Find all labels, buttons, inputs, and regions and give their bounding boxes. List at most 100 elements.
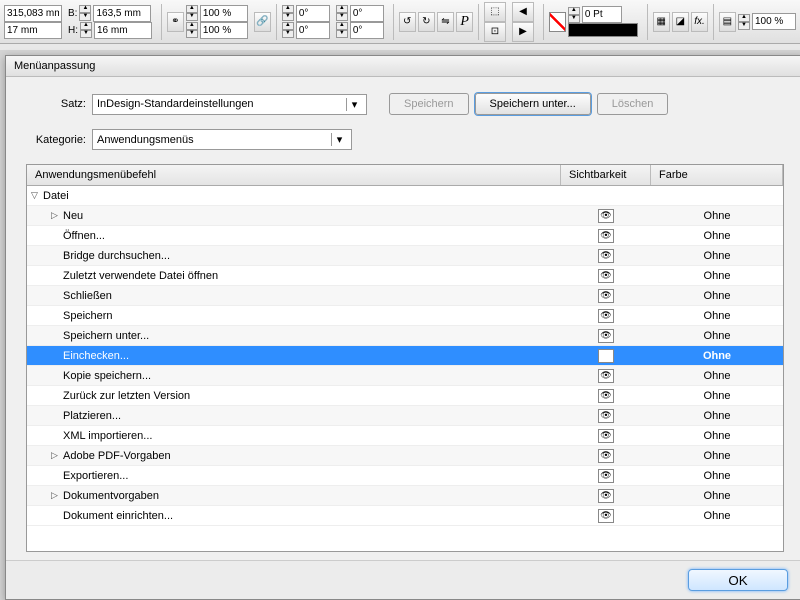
col-header-command[interactable]: Anwendungsmenübefehl [27,165,561,185]
rotate-ccw-icon[interactable]: ↺ [399,12,416,32]
table-row[interactable]: Dokument einrichten...👁Ohne [27,506,783,526]
select-content-icon[interactable]: ⊡ [484,22,506,42]
row-color[interactable]: Ohne [651,490,783,502]
row-color[interactable]: Ohne [651,350,783,362]
table-row[interactable]: Exportieren...👁Ohne [27,466,783,486]
select-container-icon[interactable]: ⬚ [484,2,506,22]
row-color[interactable]: Ohne [651,310,783,322]
visibility-eye-icon[interactable]: 👁 [598,409,614,423]
opacity-spinner[interactable]: ▲▼ [738,14,750,30]
row-color[interactable]: Ohne [651,430,783,442]
opacity-input[interactable] [752,13,796,30]
disclosure-icon[interactable]: ▷ [51,210,61,221]
save-button[interactable]: Speichern [389,93,469,115]
rot2-spinner[interactable]: ▲▼ [282,22,294,38]
row-color[interactable]: Ohne [651,510,783,522]
visibility-eye-icon[interactable]: 👁 [598,509,614,523]
visibility-eye-icon[interactable]: 👁 [598,329,614,343]
flip-h-icon[interactable]: ⇋ [437,12,454,32]
table-row[interactable]: ▷Adobe PDF-Vorgaben👁Ohne [27,446,783,466]
fx-icon[interactable]: fx. [691,12,708,32]
scaley-spinner[interactable]: ▲▼ [186,22,198,38]
select-next-icon[interactable]: ▶ [512,22,534,42]
shear1-input[interactable] [350,5,384,22]
select-prev-icon[interactable]: ◀ [512,2,534,22]
link-scale-icon[interactable]: 🔗 [254,12,271,32]
row-color[interactable]: Ohne [651,230,783,242]
ok-button[interactable]: OK [688,569,788,591]
row-color[interactable]: Ohne [651,390,783,402]
delete-button[interactable]: Löschen [597,93,669,115]
rotate-cw-icon[interactable]: ↻ [418,12,435,32]
table-row[interactable]: Kopie speichern...👁Ohne [27,366,783,386]
table-row[interactable]: Platzieren...👁Ohne [27,406,783,426]
table-row[interactable]: XML importieren...👁Ohne [27,426,783,446]
y-input[interactable] [4,22,62,39]
shear2-spinner[interactable]: ▲▼ [336,22,348,38]
row-color[interactable]: Ohne [651,250,783,262]
visibility-eye-icon[interactable]: 👁 [598,289,614,303]
visibility-eye-icon[interactable]: 👁 [598,349,614,363]
rot2-input[interactable] [296,22,330,39]
visibility-eye-icon[interactable]: 👁 [598,229,614,243]
paragraph-style-icon[interactable]: P [456,12,473,32]
visibility-eye-icon[interactable]: 👁 [598,489,614,503]
shear2-input[interactable] [350,22,384,39]
effects-icon[interactable]: ▦ [653,12,670,32]
height-input[interactable] [94,22,152,39]
visibility-eye-icon[interactable]: 👁 [598,429,614,443]
table-row[interactable]: Zuletzt verwendete Datei öffnen👁Ohne [27,266,783,286]
table-row[interactable]: Schließen👁Ohne [27,286,783,306]
visibility-eye-icon[interactable]: 👁 [598,449,614,463]
save-as-button[interactable]: Speichern unter... [475,93,591,115]
stroke-weight-input[interactable] [582,6,622,23]
grid-body[interactable]: ▽Datei▷Neu👁OhneÖffnen...👁OhneBridge durc… [27,186,783,551]
scaley-input[interactable] [200,22,248,39]
width-spinner[interactable]: ▲▼ [79,5,91,21]
constrain-icon[interactable]: ⚭ [167,12,184,32]
table-row[interactable]: Öffnen...👁Ohne [27,226,783,246]
row-color[interactable]: Ohne [651,410,783,422]
row-color[interactable]: Ohne [651,330,783,342]
disclosure-icon[interactable]: ▽ [31,190,41,201]
row-color[interactable]: Ohne [651,470,783,482]
disclosure-icon[interactable]: ▷ [51,450,61,461]
table-row[interactable]: Speichern👁Ohne [27,306,783,326]
stroke-style-combo[interactable] [568,23,638,37]
table-row[interactable]: Bridge durchsuchen...👁Ohne [27,246,783,266]
table-row[interactable]: Zurück zur letzten Version👁Ohne [27,386,783,406]
disclosure-icon[interactable]: ▷ [51,490,61,501]
scalex-spinner[interactable]: ▲▼ [186,5,198,21]
rot1-spinner[interactable]: ▲▼ [282,5,294,21]
height-spinner[interactable]: ▲▼ [80,22,92,38]
table-row[interactable]: ▽Datei [27,186,783,206]
stroke-spinner[interactable]: ▲▼ [568,7,580,23]
visibility-eye-icon[interactable]: 👁 [598,309,614,323]
visibility-eye-icon[interactable]: 👁 [598,369,614,383]
scalex-input[interactable] [200,5,248,22]
col-header-color[interactable]: Farbe [651,165,783,185]
x-input[interactable] [4,5,62,22]
table-row[interactable]: Speichern unter...👁Ohne [27,326,783,346]
visibility-eye-icon[interactable]: 👁 [598,269,614,283]
drop-shadow-icon[interactable]: ◪ [672,12,689,32]
row-color[interactable]: Ohne [651,450,783,462]
fill-none-icon[interactable] [549,12,566,32]
row-color[interactable]: Ohne [651,270,783,282]
row-color[interactable]: Ohne [651,290,783,302]
table-row[interactable]: ▷Dokumentvorgaben👁Ohne [27,486,783,506]
visibility-eye-icon[interactable]: 👁 [598,389,614,403]
table-row[interactable]: Einchecken...👁Ohne [27,346,783,366]
kategorie-combo[interactable]: Anwendungsmenüs ▾ [92,129,352,150]
table-row[interactable]: ▷Neu👁Ohne [27,206,783,226]
satz-combo[interactable]: InDesign-Standardeinstellungen ▾ [92,94,367,115]
visibility-eye-icon[interactable]: 👁 [598,249,614,263]
text-wrap-icon[interactable]: ▤ [719,12,736,32]
row-color[interactable]: Ohne [651,210,783,222]
row-color[interactable]: Ohne [651,370,783,382]
shear1-spinner[interactable]: ▲▼ [336,5,348,21]
col-header-visibility[interactable]: Sichtbarkeit [561,165,651,185]
visibility-eye-icon[interactable]: 👁 [598,209,614,223]
visibility-eye-icon[interactable]: 👁 [598,469,614,483]
rot1-input[interactable] [296,5,330,22]
